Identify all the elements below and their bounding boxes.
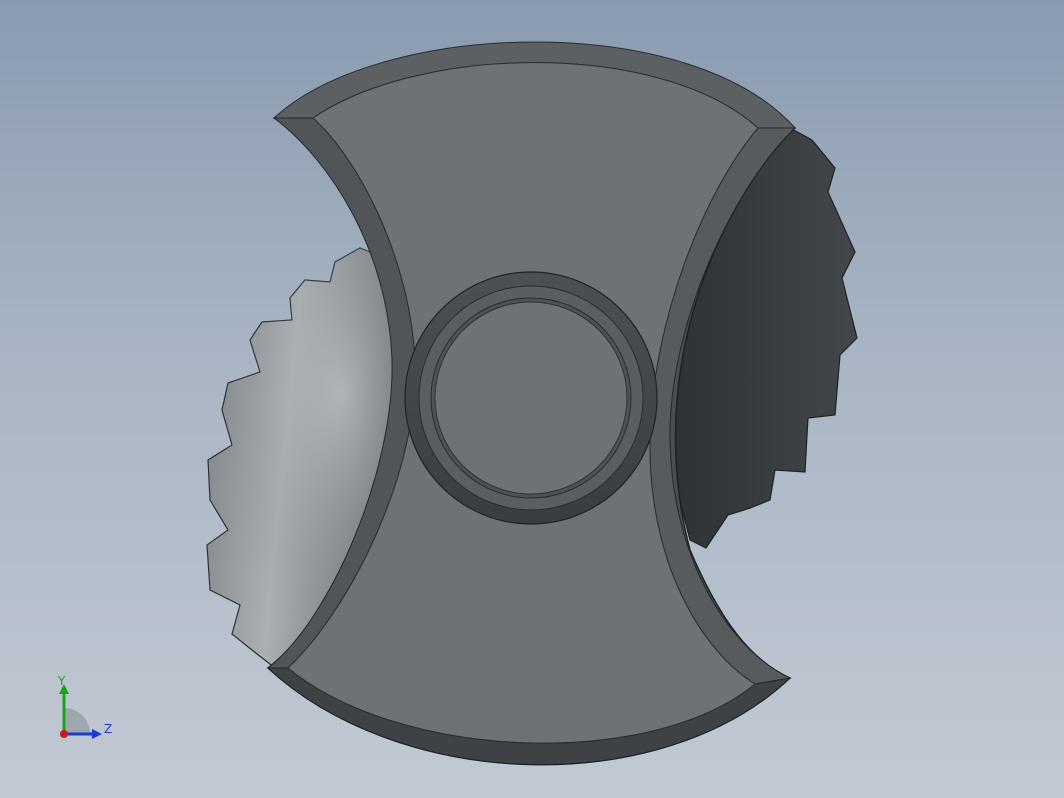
cam-model[interactable] [0, 0, 1064, 798]
triad-graphic: Y Z [57, 674, 112, 739]
z-axis-label: Z [104, 722, 112, 736]
triad-plane-shade [64, 708, 90, 734]
view-triad: Y Z [48, 672, 128, 752]
y-axis-label: Y [57, 674, 66, 688]
model-viewport[interactable] [0, 0, 1064, 798]
z-axis-arrow [92, 729, 102, 739]
hub-face [434, 301, 628, 495]
x-axis-origin [60, 730, 68, 738]
